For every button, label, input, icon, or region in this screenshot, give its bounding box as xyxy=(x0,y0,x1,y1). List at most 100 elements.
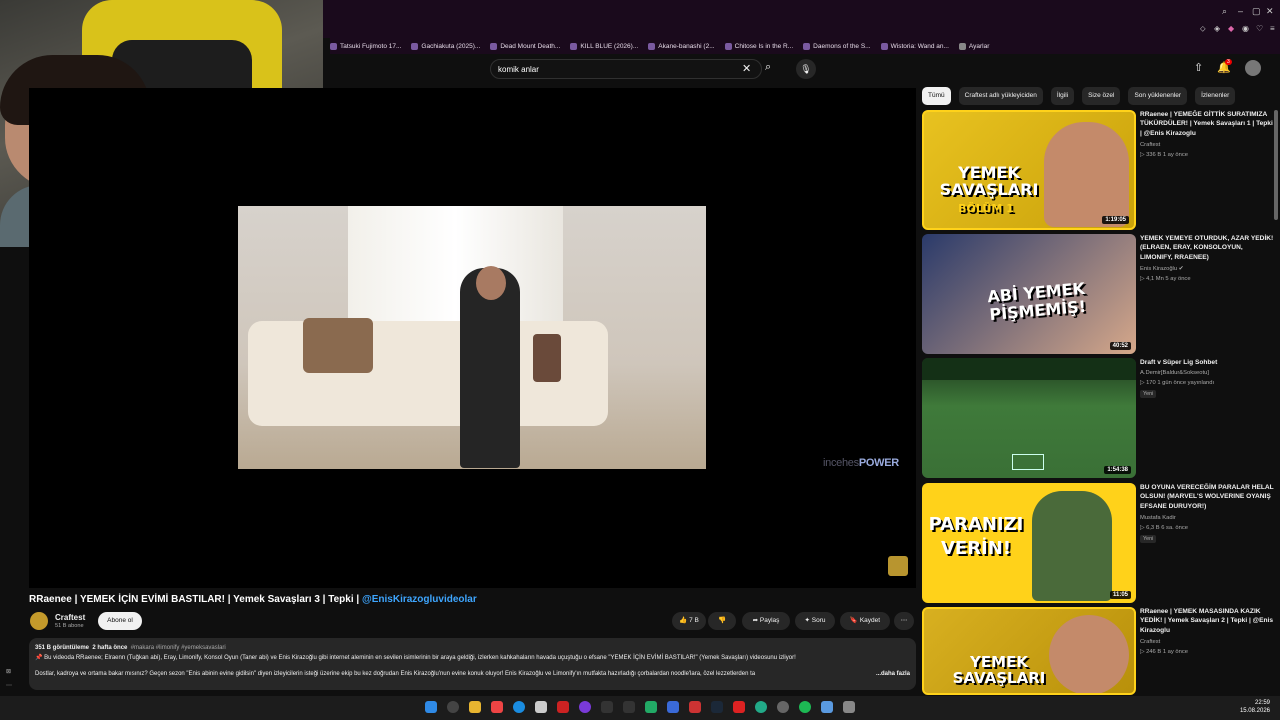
video-thumbnail[interactable]: YEMEK SAVAŞLARI BÖLÜM 1 1:19:05 xyxy=(922,110,1136,230)
app-icon[interactable] xyxy=(623,701,635,713)
rec-title[interactable]: Draft v Süper Lig Sohbet xyxy=(1140,358,1276,367)
nvidia-icon[interactable] xyxy=(645,701,657,713)
heart-icon[interactable]: ♡ xyxy=(1256,24,1263,33)
rec-title[interactable]: RRaenee | YEMEĞE GİTTİK SURATIMIZA TÜKÜR… xyxy=(1140,110,1276,138)
rec-title[interactable]: BU OYUNA VERECEĞİM PARALAR HELAL OLSUN! … xyxy=(1140,483,1276,511)
scrollbar[interactable] xyxy=(1274,110,1278,220)
minimize-icon[interactable]: – xyxy=(1238,6,1243,16)
search-input[interactable]: komik anlar xyxy=(490,59,762,79)
left-sidebar xyxy=(0,247,29,696)
chip-all[interactable]: Tümü xyxy=(922,87,951,105)
app-icon[interactable] xyxy=(733,701,745,713)
profile-icon[interactable]: ◉ xyxy=(1242,24,1249,33)
chip-related[interactable]: İlgili xyxy=(1050,87,1075,105)
shield-icon[interactable]: ◈ xyxy=(1214,24,1220,33)
windows-start-icon[interactable] xyxy=(425,701,437,713)
opera-icon[interactable] xyxy=(557,701,569,713)
video-description[interactable]: 351 B görüntüleme 2 hafta önce #makara #… xyxy=(29,638,916,690)
close-window-icon[interactable]: ✕ xyxy=(1266,6,1274,17)
calendar-icon[interactable] xyxy=(535,701,547,713)
system-clock[interactable]: 22:59 15.08.2026 xyxy=(1240,699,1270,715)
clear-search-icon[interactable]: ✕ xyxy=(742,62,751,75)
video-thumbnail[interactable]: ABİ YEMEK PİŞMEMİŞ! 40:52 xyxy=(922,234,1136,354)
pocket-icon[interactable]: ◆ xyxy=(1228,24,1234,33)
steam-icon[interactable] xyxy=(711,701,723,713)
like-button[interactable]: 👍 7 B xyxy=(672,612,706,630)
bookmark-item[interactable]: Dead Mount Death... xyxy=(490,42,560,50)
rec-channel[interactable]: Mustafa Kadir xyxy=(1140,515,1176,521)
search-icon[interactable]: ⌕ xyxy=(765,61,771,74)
maximize-icon[interactable]: ▢ xyxy=(1252,6,1261,17)
gear-icon xyxy=(958,42,966,50)
bookmark-item[interactable]: Chitose Is in the R... xyxy=(724,42,793,50)
bookmark-item[interactable]: Daemons of the S... xyxy=(803,42,871,50)
thumbnail-face xyxy=(1044,122,1129,227)
menu-icon[interactable]: ≡ xyxy=(1270,24,1275,33)
recommendation-item[interactable]: ABİ YEMEK PİŞMEMİŞ! 40:52 YEMEK YEMEYE O… xyxy=(922,234,1280,354)
channel-name[interactable]: Craftest xyxy=(55,613,85,622)
pillow xyxy=(533,334,561,382)
rec-channel[interactable]: A.Demir[Baldur&Sokseotu] xyxy=(1140,370,1209,376)
brave-icon[interactable] xyxy=(491,701,503,713)
app-icon[interactable] xyxy=(667,701,679,713)
thumbnail-character xyxy=(1032,491,1112,601)
bookmark-item[interactable]: Wistoria: Wand an... xyxy=(880,42,949,50)
search-icon[interactable] xyxy=(447,701,459,713)
rec-title[interactable]: RRaenee | YEMEK MASASINDA KAZIK YEDİK! |… xyxy=(1140,607,1276,635)
recommendation-item[interactable]: YEMEK SAVAŞLARI RRaenee | YEMEK MASASIND… xyxy=(922,607,1280,695)
upload-icon[interactable]: ⇧ xyxy=(1194,61,1203,74)
more-icon[interactable]: ⋯ xyxy=(6,682,12,689)
title-mention-link[interactable]: @EnisKirazogluvideolar xyxy=(362,594,477,605)
channel-avatar[interactable] xyxy=(30,612,48,630)
video-thumbnail[interactable]: YEMEK SAVAŞLARI xyxy=(922,607,1136,695)
recommendation-item[interactable]: 1:54:38 Draft v Süper Lig Sohbet A.Demir… xyxy=(922,358,1280,478)
rec-channel[interactable]: Craftest xyxy=(1140,142,1160,148)
rec-channel[interactable]: Craftest xyxy=(1140,639,1160,645)
microphone-icon[interactable]: 🎙 xyxy=(796,59,816,79)
video-thumbnail[interactable]: PARANIZI VERİN! 11:05 xyxy=(922,483,1136,603)
messenger-icon[interactable] xyxy=(579,701,591,713)
bookmark-icon xyxy=(803,42,811,50)
chip-from-uploader[interactable]: Craftest adlı yükleyiciden xyxy=(958,87,1043,105)
app-icon[interactable] xyxy=(601,701,613,713)
bookmark-icon xyxy=(330,42,337,50)
save-button[interactable]: 🔖 Kaydet xyxy=(840,612,890,630)
app-icon[interactable] xyxy=(755,701,767,713)
share-button[interactable]: ➦ Paylaş xyxy=(742,612,790,630)
app-icon[interactable] xyxy=(843,701,855,713)
app-icon[interactable] xyxy=(689,701,701,713)
spotify-icon[interactable] xyxy=(799,701,811,713)
video-thumbnail[interactable]: 1:54:38 xyxy=(922,358,1136,478)
video-frame xyxy=(238,206,706,469)
extension-icon[interactable]: ⬦ xyxy=(1200,24,1206,34)
hashtags[interactable]: #makara #limonify #yemeksavaslari xyxy=(131,645,226,651)
edge-icon[interactable] xyxy=(513,701,525,713)
video-duration: 11:05 xyxy=(1109,591,1131,599)
recommendation-item[interactable]: YEMEK SAVAŞLARI BÖLÜM 1 1:19:05 RRaenee … xyxy=(922,110,1280,230)
video-title: RRaenee | YEMEK İÇİN EVİMİ BASTILAR! | Y… xyxy=(29,594,477,605)
description-line: 📌 Bu videoda RRaenee; Elraenn (Tuğkan ab… xyxy=(35,655,796,661)
rec-channel[interactable]: Enis Kirazoğlu ✔ xyxy=(1140,266,1184,272)
rec-title[interactable]: YEMEK YEMEYE OTURDUK, AZAR YEDİK! (ELRAE… xyxy=(1140,234,1276,262)
avatar[interactable] xyxy=(1245,60,1261,76)
bookmark-item[interactable]: Gachiakuta (2025)... xyxy=(411,42,480,50)
bookmark-item[interactable]: Ayarlar xyxy=(958,42,989,50)
bookmark-item[interactable]: KILL BLUE (2026)... xyxy=(570,42,638,50)
channel-watermark-icon[interactable] xyxy=(888,556,908,576)
chip-watched[interactable]: İzlenenler xyxy=(1195,87,1236,105)
search-icon[interactable]: ⌕ xyxy=(1222,6,1227,17)
recommendation-item[interactable]: PARANIZI VERİN! 11:05 BU OYUNA VERECEĞİM… xyxy=(922,483,1280,603)
obs-icon[interactable] xyxy=(777,701,789,713)
folder-icon[interactable] xyxy=(469,701,481,713)
bookmark-item[interactable]: Tatsuki Fujimoto 17... xyxy=(330,42,401,50)
sidebar-icon[interactable]: ⊠ xyxy=(6,668,11,675)
subscribe-button[interactable]: Abone ol xyxy=(98,612,142,630)
chip-recent[interactable]: Son yüklenenler xyxy=(1128,87,1188,105)
more-actions-button[interactable]: ⋯ xyxy=(894,612,914,630)
dislike-button[interactable]: 👎 xyxy=(708,612,736,630)
ask-button[interactable]: ✦ Soru xyxy=(795,612,835,630)
app-icon[interactable] xyxy=(821,701,833,713)
bookmark-item[interactable]: Akane-banashi (2... xyxy=(648,42,715,50)
chip-for-you[interactable]: Size özel xyxy=(1082,87,1121,105)
show-more-link[interactable]: ...daha fazla xyxy=(876,669,910,679)
